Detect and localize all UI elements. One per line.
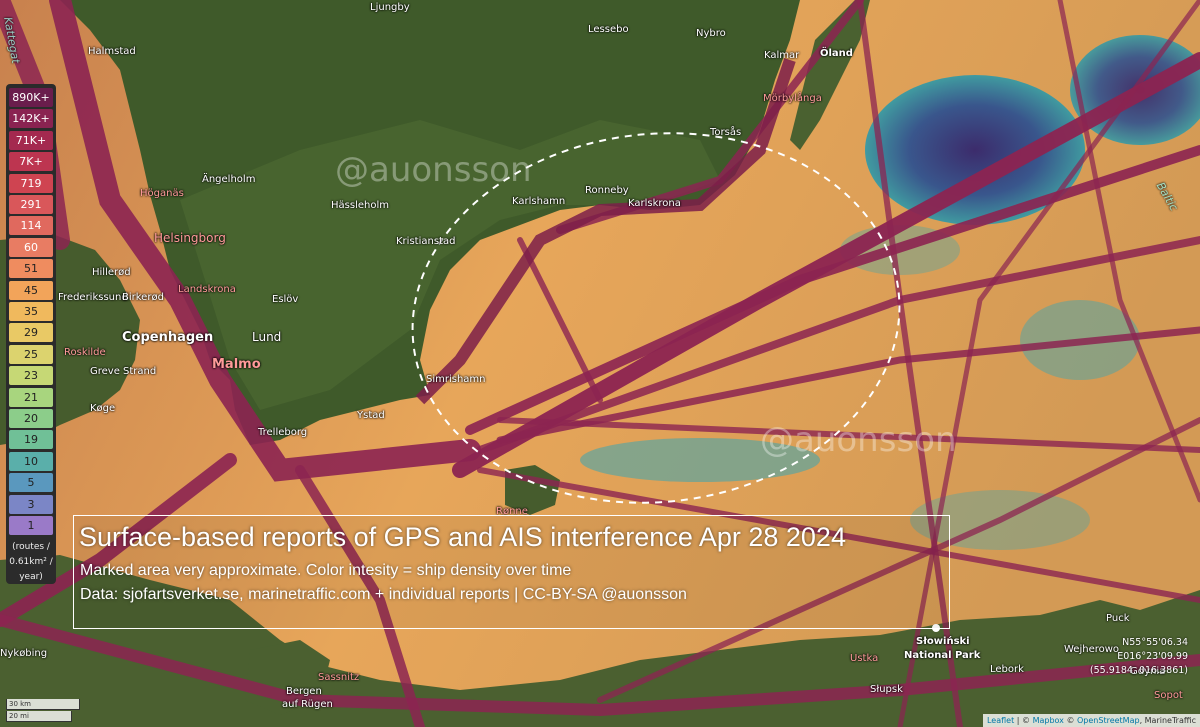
place-label-karlskrona: Karlskrona bbox=[628, 198, 681, 209]
legend-item: 7K+ bbox=[9, 152, 53, 172]
mapbox-link[interactable]: Mapbox bbox=[1033, 716, 1064, 725]
map-attribution: Leaflet | © Mapbox © OpenStreetMap, Mari… bbox=[982, 714, 1200, 727]
place-label-kristianstad: Kristianstad bbox=[396, 236, 456, 247]
place-label-karlshamn: Karlshamn bbox=[512, 196, 566, 207]
place-label-slupsk: Słupsk bbox=[870, 684, 903, 695]
place-label-koge: Køge bbox=[90, 403, 116, 414]
legend-item: 71K+ bbox=[9, 130, 53, 150]
place-label-hillerod: Hillerød bbox=[92, 267, 131, 278]
place-label-lund: Lund bbox=[252, 330, 282, 344]
legend-unit-line: 0.61km² / bbox=[9, 557, 53, 567]
legend-item: 45 bbox=[9, 280, 53, 300]
legend-item: 35 bbox=[9, 302, 53, 321]
map-subtitle: Marked area very approximate. Color inte… bbox=[80, 562, 572, 579]
place-label-greve-strand: Greve Strand bbox=[90, 366, 157, 377]
place-label-kalmar: Kalmar bbox=[764, 50, 800, 61]
legend-item: 114 bbox=[9, 216, 53, 236]
place-label-roskilde: Roskilde bbox=[64, 347, 106, 358]
place-label-nybro: Nybro bbox=[696, 28, 726, 39]
place-label-copenhagen: Copenhagen bbox=[122, 330, 214, 345]
title-box: Surface-based reports of GPS and AIS int… bbox=[73, 515, 950, 629]
legend-item: 25 bbox=[9, 344, 53, 364]
coordinate-lat: N55°55'06.34 bbox=[1122, 637, 1188, 648]
legend-item: 890K+ bbox=[9, 88, 53, 107]
legend-item: 3 bbox=[9, 494, 53, 514]
watermark: @auonsson bbox=[335, 150, 532, 190]
attribution-separator: © bbox=[1063, 716, 1077, 725]
place-label-birkerod: Birkerød bbox=[122, 292, 164, 303]
place-label-morbylanga: Mörbylånga bbox=[763, 93, 822, 104]
legend-item: 719 bbox=[9, 173, 53, 193]
place-label-ronneby: Ronneby bbox=[585, 185, 629, 196]
place-label-ystad: Ystad bbox=[357, 410, 385, 421]
coordinate-decimal: (55.9184, 016.3861) bbox=[1089, 665, 1188, 676]
place-label-slowinski-line1: Słowiński bbox=[916, 636, 970, 647]
place-label-ustka: Ustka bbox=[850, 653, 879, 664]
legend-item: 19 bbox=[9, 430, 53, 450]
legend-item: 51 bbox=[9, 259, 53, 279]
place-label-lessebo: Lessebo bbox=[588, 24, 629, 35]
scale-bar-mi: 20 mi bbox=[6, 711, 72, 722]
legend-item: 60 bbox=[9, 237, 53, 257]
density-legend: 890K+ 142K+ 71K+ 7K+ 719 291 114 60 51 45 35 29 25 23… bbox=[6, 84, 56, 584]
legend-item: 291 bbox=[9, 195, 53, 214]
legend-item: 20 bbox=[9, 409, 53, 428]
legend-item: 23 bbox=[9, 366, 53, 386]
place-label-malmo: Malmo bbox=[212, 357, 261, 372]
coordinate-readout: N55°55'06.34 E016°23'09.99 (55.9184, 016… bbox=[1090, 636, 1188, 678]
place-label-sopot: Sopot bbox=[1154, 690, 1183, 701]
legend-unit-line: (routes / bbox=[12, 542, 50, 552]
place-label-bergen-line1: Bergen bbox=[286, 686, 322, 697]
place-label-lebork: Lebork bbox=[990, 664, 1024, 675]
place-label-sassnitz: Sassnitz bbox=[318, 672, 360, 683]
place-label-slowinski-line2: National Park bbox=[904, 650, 981, 661]
legend-item: 10 bbox=[9, 451, 53, 471]
legend-unit-line: year) bbox=[19, 572, 43, 582]
attribution-marinetraffic: , MarineTraffic bbox=[1139, 716, 1196, 725]
place-label-torsas: Torsås bbox=[710, 127, 742, 138]
legend-item: 5 bbox=[9, 473, 53, 493]
coordinate-lon: E016°23'09.99 bbox=[1117, 651, 1188, 662]
place-label-landskrona: Landskrona bbox=[178, 284, 236, 295]
place-label-hoganas: Höganäs bbox=[140, 188, 184, 199]
place-label-ljungby: Ljungby bbox=[370, 2, 410, 13]
place-label-helsingborg: Helsingborg bbox=[154, 231, 226, 245]
place-label-puck: Puck bbox=[1106, 613, 1130, 624]
leaflet-link[interactable]: Leaflet bbox=[987, 716, 1014, 725]
place-label-nykobing: Nykøbing bbox=[0, 648, 48, 659]
legend-item: 142K+ bbox=[9, 109, 53, 129]
place-label-simrishamn: Simrishamn bbox=[426, 374, 486, 385]
legend-item: 29 bbox=[9, 323, 53, 343]
place-label-trelleborg: Trelleborg bbox=[258, 427, 308, 438]
map-title: Surface-based reports of GPS and AIS int… bbox=[79, 522, 846, 552]
scale-bar-km: 30 km bbox=[6, 699, 80, 710]
watermark: @auonsson bbox=[760, 420, 957, 460]
place-label-oland: Öland bbox=[820, 48, 853, 59]
map-viewport[interactable]: @auonsson @auonsson Kattegat Baltic Ljun… bbox=[0, 0, 1200, 727]
place-label-eslov: Eslöv bbox=[272, 294, 299, 305]
place-label-bergen-line2: auf Rügen bbox=[282, 699, 333, 710]
map-data-credit: Data: sjofartsverket.se, marinetraffic.c… bbox=[80, 586, 687, 603]
place-label-frederikssund: Frederikssund bbox=[58, 292, 128, 303]
place-label-angelholm: Ängelholm bbox=[202, 174, 256, 185]
openstreetmap-link[interactable]: OpenStreetMap bbox=[1077, 716, 1140, 725]
attribution-separator: | © bbox=[1014, 716, 1033, 725]
place-label-halmstad: Halmstad bbox=[88, 46, 136, 57]
legend-item: 21 bbox=[9, 387, 53, 407]
legend-item: 1 bbox=[9, 516, 53, 535]
place-label-hassleholm: Hässleholm bbox=[331, 200, 389, 211]
